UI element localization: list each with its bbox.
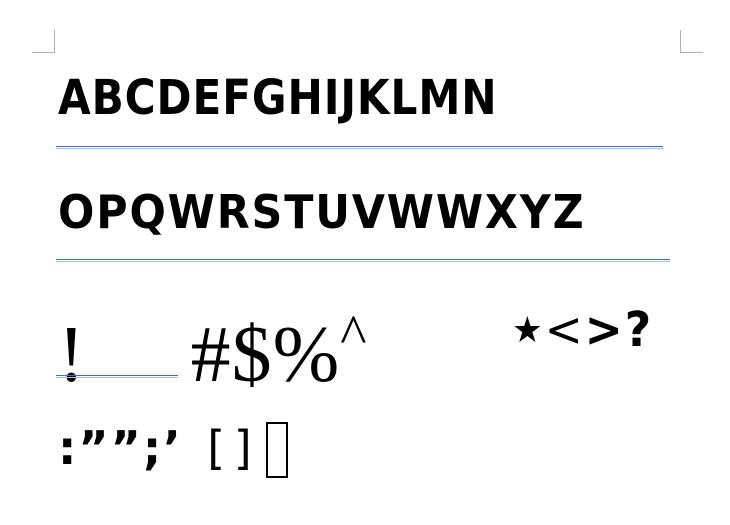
star-icon: ★ (512, 310, 545, 351)
missing-glyph-box (266, 422, 289, 478)
punctuation-row: :””;’ [] (58, 418, 289, 478)
bracket-glyphs: [] (200, 421, 261, 475)
exclamation-glyph: ! (58, 311, 86, 399)
top-left-margin-mark (32, 30, 55, 53)
glyph-row-a-to-n: ABCDEFGHIJKLMN (58, 70, 498, 126)
greater-question-glyphs: >? (584, 302, 654, 358)
underscore-rule (56, 375, 178, 378)
punctuation-glyphs: :””;’ (58, 421, 183, 475)
hash-dollar-percent-glyphs: #$% (190, 311, 341, 399)
underline-rule-2 (56, 259, 670, 262)
symbol-row-left: ! #$%^ (58, 290, 368, 400)
glyph-row-o-to-z: OPQWRSTUVWWXYZ (58, 185, 586, 239)
top-right-margin-mark (680, 30, 703, 53)
caret-glyph: ^ (340, 304, 368, 366)
symbol-row-right: ★<>? (512, 300, 653, 361)
underline-rule-1 (56, 146, 663, 149)
document-page: ABCDEFGHIJKLMN OPQWRSTUVWWXYZ ! #$%^ ★<>?… (0, 0, 730, 525)
less-than-glyph: < (544, 302, 585, 358)
